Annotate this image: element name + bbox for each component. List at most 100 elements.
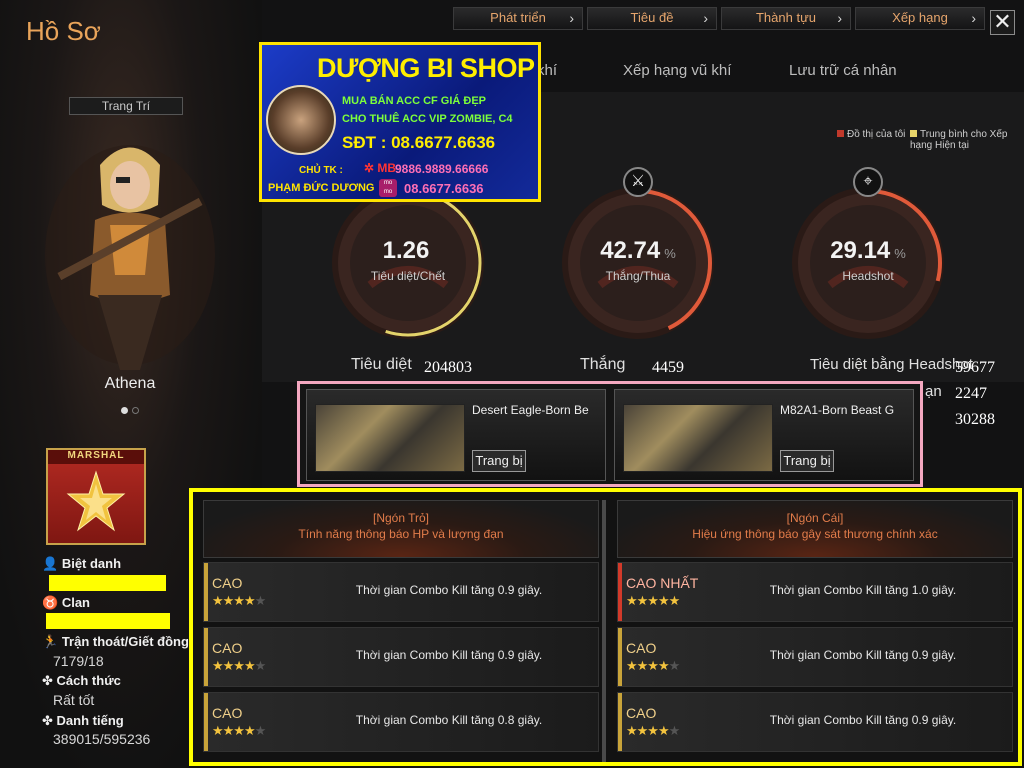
legend-swatch	[910, 130, 917, 137]
wins-label: Thắng	[580, 356, 626, 373]
decoration-button[interactable]: Trang Trí	[69, 97, 183, 115]
gauge-value: 1.26	[382, 237, 430, 264]
carousel-dot[interactable]	[132, 407, 139, 414]
tab-achievements[interactable]: Thành tựu ›	[721, 7, 851, 30]
gauge-label: Tiêu diệt/Chết	[370, 269, 446, 283]
left-effect-header: [Ngón Trỏ] Tính năng thông báo HP và lượ…	[203, 500, 599, 558]
effect-row[interactable]: CAO ★★★★★ Thời gian Combo Kill tăng 0.9 gi…	[203, 627, 599, 687]
manner-label: Cách thức	[56, 673, 121, 688]
weapon-card[interactable]: Desert Eagle-Born Be Trang bị	[306, 389, 606, 481]
stat-value-3: 30288	[955, 411, 995, 428]
clan-label: Clan	[61, 595, 90, 610]
right-effect-header: [Ngón Cái] Hiệu ứng thông báo gây sát th…	[617, 500, 1013, 558]
reputation-label-row: ✤ Danh tiếng	[42, 713, 124, 729]
shop-line2: CHO THUÊ ACC VIP ZOMBIE, C4	[342, 113, 513, 125]
carousel-dots[interactable]	[121, 401, 143, 419]
gauge-value: 29.14%	[830, 237, 906, 264]
running-man-icon: 🏃	[42, 634, 59, 649]
carousel-dot-active[interactable]	[121, 407, 128, 414]
pistol-image	[315, 404, 465, 472]
effect-desc: Thời gian Combo Kill tăng 0.9 giây.	[355, 583, 543, 597]
legend-average: Trung bình cho Xếp hạng Hiện tại	[910, 129, 1010, 151]
clan-label-row: ♉ Clan	[42, 595, 90, 611]
user-icon: 👤	[42, 556, 59, 571]
star-rating: ★★★★★	[212, 723, 266, 738]
shop-phone: SĐT : 08.6677.6636	[342, 133, 496, 152]
star-rank-icon	[66, 470, 126, 532]
tab-ranking[interactable]: Xếp hạng ›	[855, 7, 985, 30]
wins-value: 4459	[652, 359, 684, 376]
manner-value: Rất tốt	[53, 692, 95, 708]
tab-label: Xếp hạng	[892, 10, 948, 25]
star-rating: ★★★★★	[626, 593, 680, 608]
equipped-weapons: Desert Eagle-Born Be Trang bị M82A1-Born…	[297, 381, 923, 487]
kills-label: Tiêu diệt	[351, 356, 412, 373]
legend-average-label: Trung bình cho Xếp hạng Hiện tại	[910, 129, 1008, 151]
gauge-headshot: ⌖ 29.14% Headshot	[790, 167, 946, 341]
nickname-label: Biệt danh	[61, 556, 122, 571]
effect-subtitle: Tính năng thông báo HP và lượng đạn	[298, 527, 504, 541]
effect-row[interactable]: CAO ★★★★★ Thời gian Combo Kill tăng 0.9 gi…	[203, 562, 599, 622]
effect-desc: Thời gian Combo Kill tăng 0.9 giây.	[769, 713, 957, 727]
shop-avatar	[266, 85, 336, 155]
crossed-rifles-icon: ⚔	[623, 167, 653, 197]
clan-redacted	[46, 613, 170, 629]
shop-owner-name: PHẠM ĐỨC DƯƠNG	[268, 182, 375, 194]
shop-owner-label: CHỦ TK :	[299, 165, 343, 176]
shop-title: DƯỢNG BI SHOP	[317, 53, 535, 83]
tab-titles[interactable]: Tiêu đề ›	[587, 7, 717, 30]
weapon-name: M82A1-Born Beast G	[780, 403, 895, 417]
momo-phone: 08.6677.6636	[404, 181, 484, 196]
tab-label: Phát triển	[490, 10, 546, 25]
headshot-kills-value: 59677	[955, 359, 995, 376]
tab-personal-archive[interactable]: Lưu trữ cá nhân	[789, 62, 897, 79]
effect-desc: Thời gian Combo Kill tăng 1.0 giây.	[769, 583, 957, 597]
escape-label: Trận thoát/Giết đồng đ	[61, 634, 201, 649]
bank-account: 9886.9889.66666	[395, 162, 489, 176]
tab-label: Tiêu đề	[630, 10, 674, 25]
equip-button[interactable]: Trang bị	[780, 450, 834, 472]
effect-row[interactable]: CAO ★★★★★ Thời gian Combo Kill tăng 0.9 gi…	[617, 627, 1013, 687]
rifle-image	[623, 404, 773, 472]
weapon-card[interactable]: M82A1-Born Beast G Trang bị	[614, 389, 914, 481]
clan-icon: ♉	[42, 595, 59, 610]
effect-level: CAO	[626, 705, 657, 721]
stat-value-2: 2247	[955, 385, 987, 402]
column-divider	[602, 500, 606, 762]
rank-label: MARSHAL	[48, 450, 144, 464]
chevron-right-icon: ›	[703, 10, 708, 26]
effect-level: CAO	[212, 640, 243, 656]
effect-desc: Thời gian Combo Kill tăng 0.9 giây.	[769, 648, 957, 662]
tab-weapon-ranking[interactable]: Xếp hạng vũ khí	[623, 62, 731, 79]
window-title: Hồ Sơ	[26, 16, 101, 46]
chevron-right-icon: ›	[971, 10, 976, 26]
effect-title: [Ngón Cái]	[786, 511, 844, 525]
bank-label: ✲ MB	[364, 161, 397, 175]
star-rating: ★★★★★	[212, 593, 266, 608]
close-icon[interactable]: ✕	[990, 10, 1015, 35]
effect-row[interactable]: CAO ★★★★★ Thời gian Combo Kill tăng 0.8 gi…	[203, 692, 599, 752]
effect-row[interactable]: CAO NHẤT ★★★★★ Thời gian Combo Kill tăng 1…	[617, 562, 1013, 622]
effect-level: CAO	[212, 705, 243, 721]
shop-advert-banner: DƯỢNG BI SHOP MUA BÁN ACC CF GIÁ ĐẸP CHO…	[259, 42, 541, 202]
legend-mine: Đồ thị của tôi	[837, 129, 905, 140]
effect-level: CAO	[626, 640, 657, 656]
weapon-name: Desert Eagle-Born Be	[472, 403, 589, 417]
effect-level: CAO	[212, 575, 243, 591]
effect-desc: Thời gian Combo Kill tăng 0.8 giây.	[355, 713, 543, 727]
equip-button[interactable]: Trang bị	[472, 450, 526, 472]
effect-title: [Ngón Trỏ]	[372, 511, 430, 525]
clover-icon: ✤	[42, 673, 53, 688]
clover-icon: ✤	[42, 713, 53, 728]
tab-development[interactable]: Phát triển ›	[453, 7, 583, 30]
star-rating: ★★★★★	[212, 658, 266, 673]
star-rating: ★★★★★	[626, 723, 680, 738]
gauge-value: 42.74%	[600, 237, 676, 264]
stat-label-fragment: ạn	[925, 383, 942, 400]
chevron-right-icon: ›	[837, 10, 842, 26]
escape-value: 7179/18	[53, 653, 104, 669]
reputation-label: Danh tiếng	[56, 713, 124, 728]
kills-value: 204803	[424, 359, 472, 376]
effect-row[interactable]: CAO ★★★★★ Thời gian Combo Kill tăng 0.9 gi…	[617, 692, 1013, 752]
profile-window: Trang Trí Athena MARSHAL 👤 Biệt danh ♉ C…	[0, 0, 1024, 768]
